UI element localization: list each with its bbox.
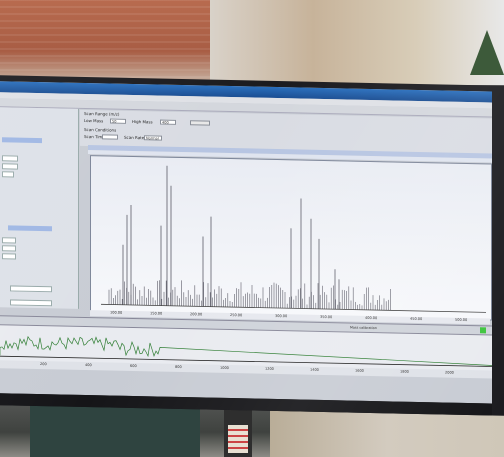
panel-highlight bbox=[2, 137, 42, 144]
x-tick: 500.00 bbox=[455, 317, 468, 322]
scan-time-input[interactable] bbox=[102, 134, 118, 140]
scan-conditions-label: Scan Conditions bbox=[84, 126, 117, 133]
scan-range-label: Scan Range (m/z) bbox=[84, 110, 120, 117]
x-tick: 250.00 bbox=[230, 313, 243, 318]
time-tick: 200 bbox=[40, 362, 47, 367]
screen: Scan Range (m/z) Low Mass 50 High Mass 4… bbox=[0, 81, 492, 404]
time-tick: 1600 bbox=[355, 368, 364, 373]
x-tick: 100.00 bbox=[110, 310, 123, 315]
x-tick: 350.00 bbox=[320, 314, 333, 320]
panel-field[interactable] bbox=[2, 155, 18, 162]
low-mass-label: Low Mass bbox=[84, 117, 104, 124]
time-tick: 2000 bbox=[445, 370, 454, 375]
photo-scene: Scan Range (m/z) Low Mass 50 High Mass 4… bbox=[0, 0, 504, 457]
panel-field[interactable] bbox=[2, 171, 14, 178]
high-mass-input[interactable]: 400 bbox=[160, 119, 176, 125]
time-tick: 1800 bbox=[400, 369, 409, 374]
time-tick: 800 bbox=[175, 364, 182, 370]
panel-field[interactable] bbox=[10, 285, 52, 293]
panel-field[interactable] bbox=[2, 245, 16, 252]
background-wall bbox=[210, 0, 504, 85]
panel-highlight bbox=[8, 225, 52, 232]
x-tick: 450.00 bbox=[410, 316, 423, 322]
time-tick: 1400 bbox=[310, 367, 319, 372]
time-tick: 400 bbox=[85, 362, 92, 368]
panel-field[interactable] bbox=[2, 237, 16, 244]
x-tick: 400.00 bbox=[365, 315, 378, 321]
x-tick: 150.00 bbox=[150, 311, 163, 316]
x-tick: 200.00 bbox=[190, 312, 203, 317]
scan-rate-label: Scan Rate bbox=[124, 134, 145, 141]
mass-spectrum-plot bbox=[90, 155, 492, 321]
monitor: Scan Range (m/z) Low Mass 50 High Mass 4… bbox=[0, 75, 504, 416]
panel-field[interactable] bbox=[2, 253, 16, 260]
panel-field[interactable] bbox=[10, 299, 52, 307]
panel-field[interactable] bbox=[2, 163, 18, 170]
time-tick: 1200 bbox=[265, 366, 274, 371]
disabled-field bbox=[190, 120, 210, 126]
scan-rate-select[interactable]: Normal bbox=[144, 135, 162, 141]
status-indicator bbox=[480, 327, 486, 334]
spectrum-peaks bbox=[101, 165, 486, 313]
left-control-panel bbox=[0, 107, 79, 309]
x-tick: 300.00 bbox=[275, 313, 288, 319]
high-mass-label: High Mass bbox=[132, 118, 153, 125]
low-mass-input[interactable]: 50 bbox=[110, 118, 126, 124]
cylinder-label bbox=[228, 425, 248, 453]
time-tick: 600 bbox=[130, 363, 137, 369]
time-tick: 1000 bbox=[220, 365, 229, 371]
brick-texture bbox=[0, 0, 210, 85]
status-right: Mass calibration bbox=[350, 325, 377, 331]
